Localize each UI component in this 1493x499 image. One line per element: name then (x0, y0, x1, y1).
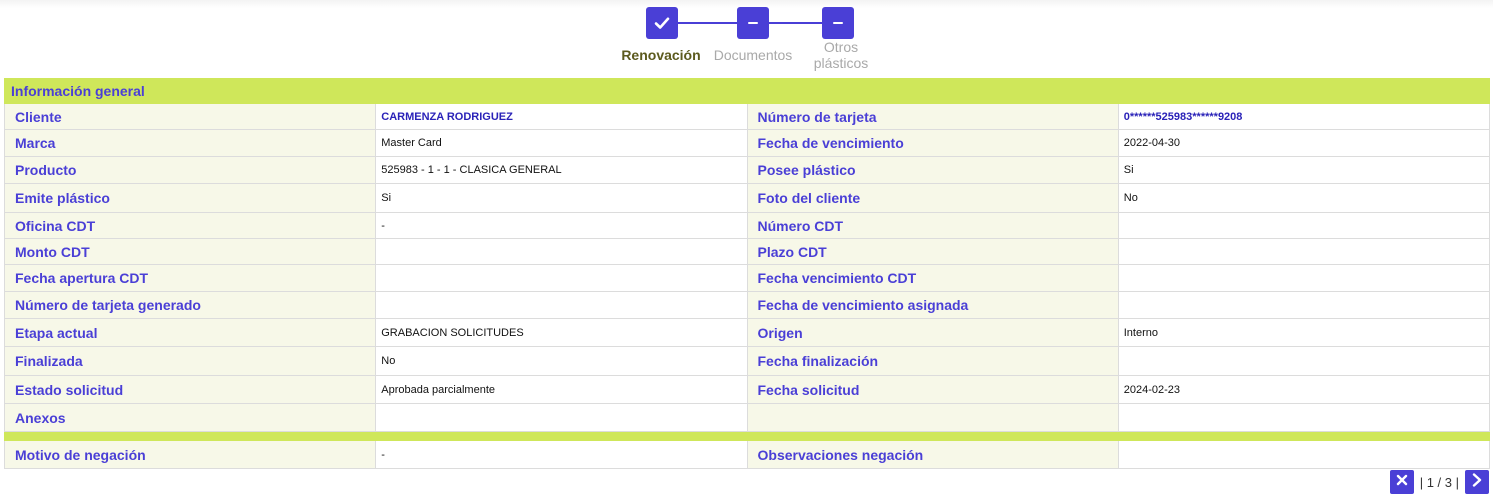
field-label: Etapa actual (3, 318, 377, 347)
field-label: Fecha finalización (746, 346, 1119, 376)
section-separator (4, 431, 1490, 441)
table-row: Cliente CARMENZA RODRIGUEZ Número de tar… (3, 103, 1491, 130)
progress-stepper: Renovación Documentos Otros plásticos (0, 0, 1493, 76)
field-label: Motivo de negación (3, 440, 377, 469)
check-icon (653, 14, 671, 32)
field-label: Posee plástico (746, 156, 1119, 184)
table-row: Oficina CDT - Número CDT (3, 212, 1491, 239)
table-row: Marca Master Card Fecha de vencimiento 2… (3, 129, 1491, 157)
field-value: No (1117, 183, 1491, 213)
field-value (1117, 403, 1491, 432)
field-label: Producto (3, 156, 377, 184)
step-label-renovacion: Renovación (621, 47, 701, 63)
close-button[interactable] (1389, 470, 1414, 494)
step-otros-plasticos-box[interactable] (822, 7, 854, 39)
field-value (1117, 212, 1491, 239)
general-info-table: Información general Cliente CARMENZA ROD… (3, 78, 1491, 469)
table-row: Anexos (3, 403, 1491, 432)
step-renovacion-box[interactable] (646, 7, 678, 39)
field-value (375, 403, 748, 432)
minus-icon (746, 16, 760, 30)
table-row: Monto CDT Plazo CDT (3, 238, 1491, 265)
field-value: Interno (1117, 318, 1491, 347)
field-label: Plazo CDT (746, 238, 1119, 265)
field-value: Si (375, 183, 748, 213)
section-header-row: Información general (4, 78, 1490, 104)
field-label: Observaciones negación (746, 440, 1119, 469)
field-value (1117, 440, 1491, 469)
step-label-otros-plasticos: Otros plásticos (796, 39, 886, 71)
field-value: Aprobada parcialmente (375, 375, 748, 404)
step-label-documentos: Documentos (713, 47, 793, 63)
field-value (375, 238, 748, 265)
pagination: | 1 / 3 | (1389, 470, 1489, 494)
field-value: 0******525983******9208 (1117, 103, 1491, 130)
field-value (1117, 264, 1491, 292)
field-label: Fecha vencimiento CDT (746, 264, 1119, 292)
section-title: Información general (4, 78, 1490, 104)
table-row: Motivo de negación - Observaciones negac… (3, 440, 1491, 469)
field-label (746, 403, 1119, 432)
field-value (375, 264, 748, 292)
table-row: Producto 525983 - 1 - 1 - CLASICA GENERA… (3, 156, 1491, 184)
stepper-connector (678, 22, 738, 24)
field-value: - (375, 212, 748, 239)
field-value: - (375, 440, 748, 469)
step-label-line: Otros (823, 39, 859, 55)
field-label: Marca (3, 129, 377, 157)
table-row: Fecha apertura CDT Fecha vencimiento CDT (3, 264, 1491, 292)
field-label: Oficina CDT (3, 212, 377, 239)
next-page-button[interactable] (1465, 470, 1489, 494)
field-label: Anexos (3, 403, 377, 432)
field-label: Monto CDT (3, 238, 377, 265)
step-documentos-box[interactable] (737, 7, 769, 39)
minus-icon (831, 16, 845, 30)
field-value (1117, 238, 1491, 265)
field-label: Número de tarjeta generado (3, 291, 377, 319)
field-value: GRABACION SOLICITUDES (375, 318, 748, 347)
field-label: Fecha de vencimiento (746, 129, 1119, 157)
field-value: CARMENZA RODRIGUEZ (375, 103, 748, 130)
page-indicator: | 1 / 3 | (1419, 474, 1459, 490)
field-label: Foto del cliente (746, 183, 1119, 213)
section-separator-row (4, 431, 1490, 441)
field-value: 2024-02-23 (1117, 375, 1491, 404)
field-value (1117, 346, 1491, 376)
field-label: Fecha solicitud (746, 375, 1119, 404)
field-label: Número CDT (746, 212, 1119, 239)
chevron-right-icon (1471, 472, 1483, 492)
field-label: Estado solicitud (3, 375, 377, 404)
table-row: Estado solicitud Aprobada parcialmente F… (3, 375, 1491, 404)
field-value: Si (1117, 156, 1491, 184)
table-row: Finalizada No Fecha finalización (3, 346, 1491, 376)
field-label: Número de tarjeta (746, 103, 1119, 130)
field-value (1117, 291, 1491, 319)
stepper-connector (768, 22, 824, 24)
field-label: Fecha de vencimiento asignada (746, 291, 1119, 319)
table-row: Emite plástico Si Foto del cliente No (3, 183, 1491, 213)
field-value: 525983 - 1 - 1 - CLASICA GENERAL (375, 156, 748, 184)
close-icon (1396, 473, 1408, 491)
field-value: 2022-04-30 (1117, 129, 1491, 157)
step-label-line: plásticos (813, 55, 869, 71)
table-row: Etapa actual GRABACION SOLICITUDES Orige… (3, 318, 1491, 347)
field-value: No (375, 346, 748, 376)
field-label: Emite plástico (3, 183, 377, 213)
field-value: Master Card (375, 129, 748, 157)
field-label: Origen (746, 318, 1119, 347)
table-row: Número de tarjeta generado Fecha de venc… (3, 291, 1491, 319)
field-value (375, 291, 748, 319)
field-label: Finalizada (3, 346, 377, 376)
field-label: Fecha apertura CDT (3, 264, 377, 292)
field-label: Cliente (3, 103, 377, 130)
